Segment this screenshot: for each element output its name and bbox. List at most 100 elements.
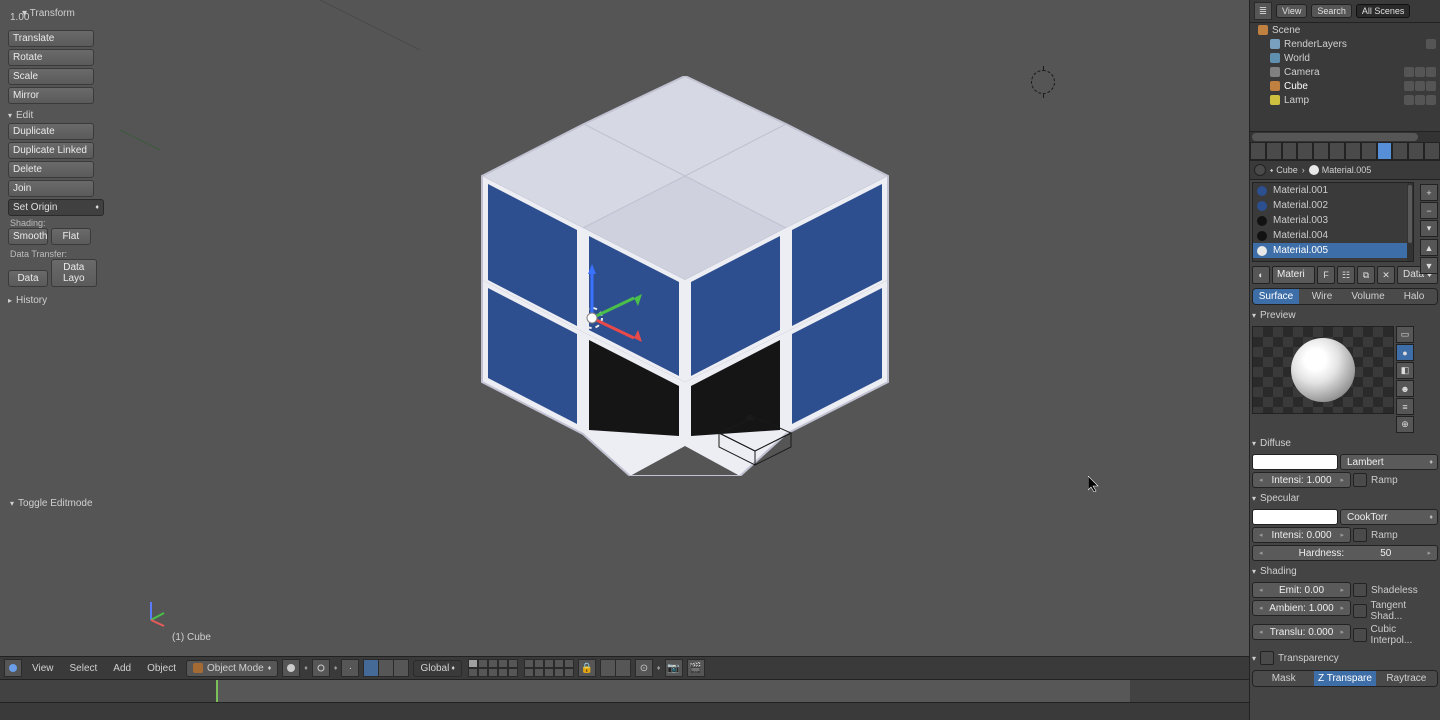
mode-dropdown[interactable]: Object Mode♦ (186, 660, 278, 677)
surface-pill[interactable]: Surface (1253, 289, 1299, 304)
material-list-scrollbar[interactable] (1407, 183, 1413, 261)
layer-buttons-2[interactable] (524, 659, 574, 677)
render-anim-icon[interactable]: 🎬 (687, 659, 705, 677)
lock-layer-icon[interactable]: 🔒 (578, 659, 596, 677)
material-copy-button[interactable]: ⧉ (1357, 266, 1375, 284)
diffuse-intensity[interactable]: ◂Intensi: 1.000▸ (1252, 472, 1351, 488)
outliner-view-menu[interactable]: View (1276, 4, 1307, 18)
volume-pill[interactable]: Volume (1345, 289, 1391, 304)
last-operator-header[interactable]: Toggle Editmode (10, 498, 93, 509)
outliner-scene-row[interactable]: Scene (1250, 23, 1440, 37)
tangent-shading-check[interactable] (1353, 604, 1367, 618)
scene-tab[interactable] (1282, 142, 1298, 160)
material-remove-button[interactable]: − (1420, 202, 1438, 219)
specular-color[interactable] (1252, 509, 1338, 525)
material-name-input[interactable]: Materi (1272, 266, 1315, 284)
constraints-tab[interactable] (1329, 142, 1345, 160)
transparency-mode-pills[interactable]: Mask Z Transpare Raytrace (1252, 670, 1438, 687)
cube-object[interactable] (470, 76, 900, 476)
material-add-button[interactable]: + (1420, 184, 1438, 201)
select-menu[interactable]: Select (64, 661, 104, 676)
3d-viewport[interactable]: (1) Cube (120, 0, 1250, 658)
shading-translucency[interactable]: ◂Translu: 0.000▸ (1252, 624, 1351, 640)
shading-emit[interactable]: ◂Emit: 0.00▸ (1252, 582, 1351, 598)
snap-target-icon[interactable]: ⊙ (635, 659, 653, 677)
physics-tab[interactable] (1424, 142, 1440, 160)
translate-button[interactable]: Translate (8, 30, 94, 47)
outliner-world-row[interactable]: World (1250, 51, 1440, 65)
delete-button[interactable]: Delete (8, 161, 94, 178)
material-mode-pills[interactable]: Surface Wire Volume Halo (1252, 288, 1438, 305)
snap-toggles[interactable] (600, 659, 631, 677)
manipulator-toggles[interactable] (363, 659, 409, 677)
layer-buttons[interactable] (468, 659, 518, 677)
object-menu[interactable]: Object (141, 661, 182, 676)
mirror-button[interactable]: Mirror (8, 87, 94, 104)
diffuse-shader-dropdown[interactable]: Lambert (1340, 454, 1438, 470)
set-origin-dropdown[interactable]: Set Origin♦ (8, 199, 104, 216)
mask-pill[interactable]: Mask (1253, 671, 1314, 686)
outliner-camera-row[interactable]: Camera (1250, 65, 1440, 79)
toolshelf-transform-header[interactable]: ▾ Transform (22, 8, 75, 19)
transparency-check[interactable] (1260, 651, 1274, 665)
rotate-button[interactable]: Rotate (8, 49, 94, 66)
specular-hardness[interactable]: ◂Hardness:50▸ (1252, 545, 1438, 561)
shading-panel-header[interactable]: Shading (1250, 563, 1440, 580)
outliner-lamp-row[interactable]: Lamp (1250, 93, 1440, 107)
pivot-icon[interactable] (312, 659, 330, 677)
diffuse-ramp-check[interactable] (1353, 473, 1367, 487)
transparency-panel-header[interactable]: Transparency (1250, 648, 1440, 668)
material-slot[interactable]: Material.002 (1253, 198, 1413, 213)
outliner-search-menu[interactable]: Search (1311, 4, 1352, 18)
texture-tab[interactable] (1392, 142, 1408, 160)
preview-cube-icon[interactable]: ◧ (1396, 362, 1414, 379)
outliner-mode-dropdown[interactable]: All Scenes (1356, 4, 1411, 18)
specular-shader-dropdown[interactable]: CookTorr (1340, 509, 1438, 525)
duplicate-button[interactable]: Duplicate (8, 123, 94, 140)
render-tab[interactable] (1250, 142, 1266, 160)
outliner-scrollbar[interactable] (1250, 131, 1440, 142)
shade-smooth-button[interactable]: Smooth (8, 228, 48, 245)
shading-ambient[interactable]: ◂Ambien: 1.000▸ (1252, 600, 1351, 616)
preview-flat-icon[interactable]: ▭ (1396, 326, 1414, 343)
data-transfer-layout-button[interactable]: Data Layo (51, 259, 97, 287)
pivot-align-icon[interactable]: · (341, 659, 359, 677)
material-slot[interactable]: Material.005 (1253, 243, 1413, 258)
particles-tab[interactable] (1408, 142, 1424, 160)
shading-sphere-icon[interactable] (282, 659, 300, 677)
material-slot[interactable]: Material.003 (1253, 213, 1413, 228)
view-menu[interactable]: View (26, 661, 60, 676)
material-move-down-button[interactable]: ▼ (1420, 257, 1438, 274)
outliner[interactable]: Scene RenderLayers World Camera Cube Lam… (1250, 23, 1440, 131)
orientation-dropdown[interactable]: Global♦ (413, 660, 461, 677)
preview-panel-header[interactable]: Preview (1250, 307, 1440, 324)
timeline[interactable] (0, 679, 1250, 720)
cubic-interp-check[interactable] (1353, 628, 1367, 642)
fake-user-button[interactable]: F (1317, 266, 1335, 284)
preview-sphere-icon[interactable]: ● (1396, 344, 1414, 361)
material-unlink-button[interactable]: ✕ (1377, 266, 1395, 284)
specular-ramp-check[interactable] (1353, 528, 1367, 542)
shadeless-check[interactable] (1353, 583, 1367, 597)
shade-flat-button[interactable]: Flat (51, 228, 91, 245)
specular-panel-header[interactable]: Specular (1250, 490, 1440, 507)
lamp-empty-icon[interactable] (1031, 70, 1055, 94)
material-browse-icon[interactable]: ◐ (1252, 266, 1270, 284)
material-slot[interactable]: Material.004 (1253, 228, 1413, 243)
material-tab[interactable] (1377, 142, 1393, 160)
outliner-cube-row[interactable]: Cube (1250, 79, 1440, 93)
editor-type-icon[interactable] (4, 659, 22, 677)
render-icon[interactable]: 📷 (665, 659, 683, 677)
outliner-editor-icon[interactable]: ≣ (1254, 2, 1272, 20)
material-move-up-button[interactable]: ▲ (1420, 239, 1438, 256)
diffuse-panel-header[interactable]: Diffuse (1250, 435, 1440, 452)
diffuse-color[interactable] (1252, 454, 1338, 470)
specular-intensity[interactable]: ◂Intensi: 0.000▸ (1252, 527, 1351, 543)
wire-pill[interactable]: Wire (1299, 289, 1345, 304)
duplicate-linked-button[interactable]: Duplicate Linked (8, 142, 94, 159)
preview-world-icon[interactable]: ⊕ (1396, 416, 1414, 433)
add-menu[interactable]: Add (107, 661, 137, 676)
data-transfer-data-button[interactable]: Data (8, 270, 48, 287)
raytrace-pill[interactable]: Raytrace (1376, 671, 1437, 686)
history-panel-header[interactable]: History (8, 289, 114, 306)
